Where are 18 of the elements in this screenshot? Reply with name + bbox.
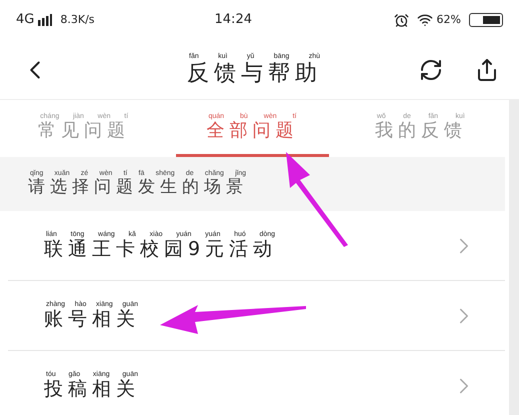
battery-label: 62% xyxy=(436,12,461,28)
section-title: 请选择问题发生的场景 xyxy=(28,178,248,198)
wifi-icon xyxy=(416,12,433,28)
refresh-icon[interactable] xyxy=(419,58,443,82)
tab-label: 我的反馈 xyxy=(374,120,467,142)
clock-time: 14:24 xyxy=(214,11,252,30)
battery-icon xyxy=(469,13,503,27)
item-label: 联通王卡校园9元活动 xyxy=(44,238,278,260)
network-label: 4G xyxy=(16,11,34,30)
item-label: 账号相关 xyxy=(44,308,140,330)
tab-label: 常见问题 xyxy=(38,120,130,142)
page-title: 反馈与帮助 xyxy=(187,60,322,86)
signal-icon xyxy=(38,14,52,26)
alarm-icon xyxy=(394,12,409,28)
speed-label: 8.3K/s xyxy=(60,12,95,28)
tab-label: 全部问题 xyxy=(206,120,298,142)
item-label: 投稿相关 xyxy=(44,378,140,400)
share-icon[interactable] xyxy=(475,58,499,82)
